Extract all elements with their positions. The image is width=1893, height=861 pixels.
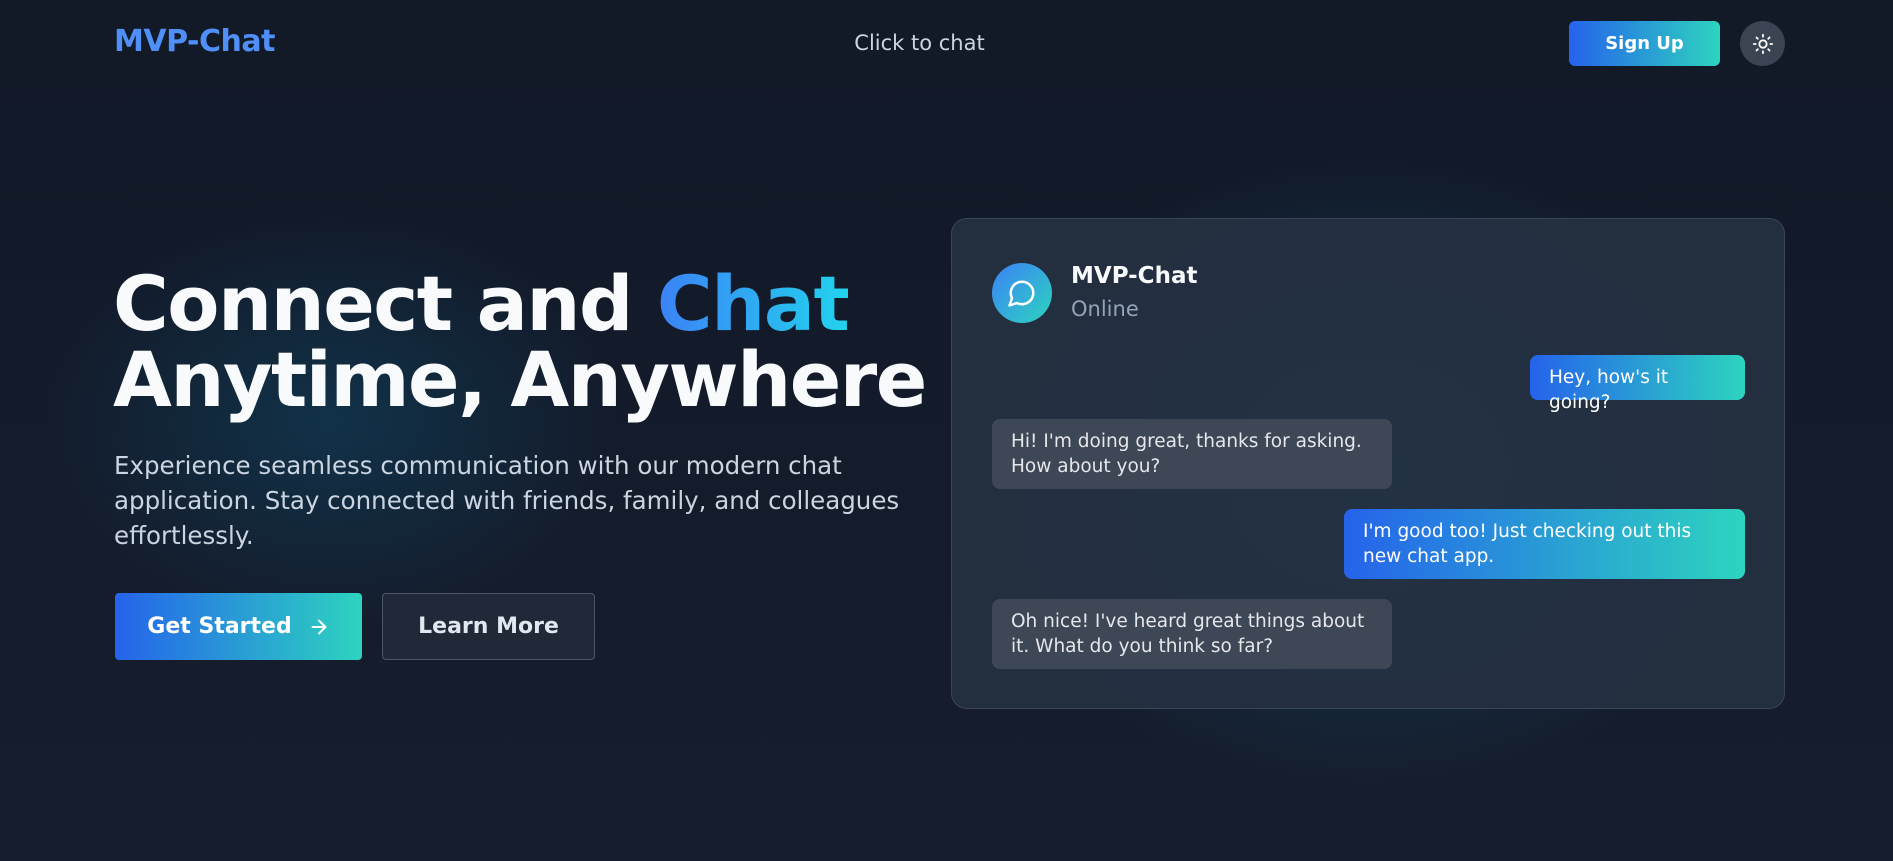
theme-toggle-button[interactable] xyxy=(1740,21,1785,66)
chat-contact-name: MVP-Chat xyxy=(1071,263,1198,289)
get-started-button[interactable]: Get Started xyxy=(115,593,362,660)
chat-bubble-icon xyxy=(1008,280,1035,307)
sign-up-button[interactable]: Sign Up xyxy=(1569,21,1720,66)
hero-title-line2: Anytime, Anywhere xyxy=(113,335,927,424)
chat-avatar xyxy=(992,263,1052,323)
chat-message-outgoing: Hey, how's it going? xyxy=(1530,355,1745,413)
top-nav: MVP-Chat Click to chat Sign Up xyxy=(0,0,1893,86)
chat-message-incoming: Hi! I'm doing great, thanks for asking. … xyxy=(992,419,1392,489)
hero-title: Connect and Chat Anytime, Anywhere xyxy=(113,266,927,418)
chat-message-outgoing: I'm good too! Just checking out this new… xyxy=(1344,509,1745,579)
hero-subtitle: Experience seamless communication with o… xyxy=(114,451,900,550)
sun-icon xyxy=(1752,33,1773,54)
arrow-right-icon xyxy=(311,619,327,634)
chat-message-incoming: Oh nice! I've heard great things about i… xyxy=(992,599,1392,669)
get-started-label: Get Started xyxy=(147,614,292,639)
learn-more-button[interactable]: Learn More xyxy=(382,593,595,660)
chat-preview-card: MVP-Chat Online Hey, how's it going? Hi!… xyxy=(951,218,1785,709)
chat-status: Online xyxy=(1071,297,1139,321)
